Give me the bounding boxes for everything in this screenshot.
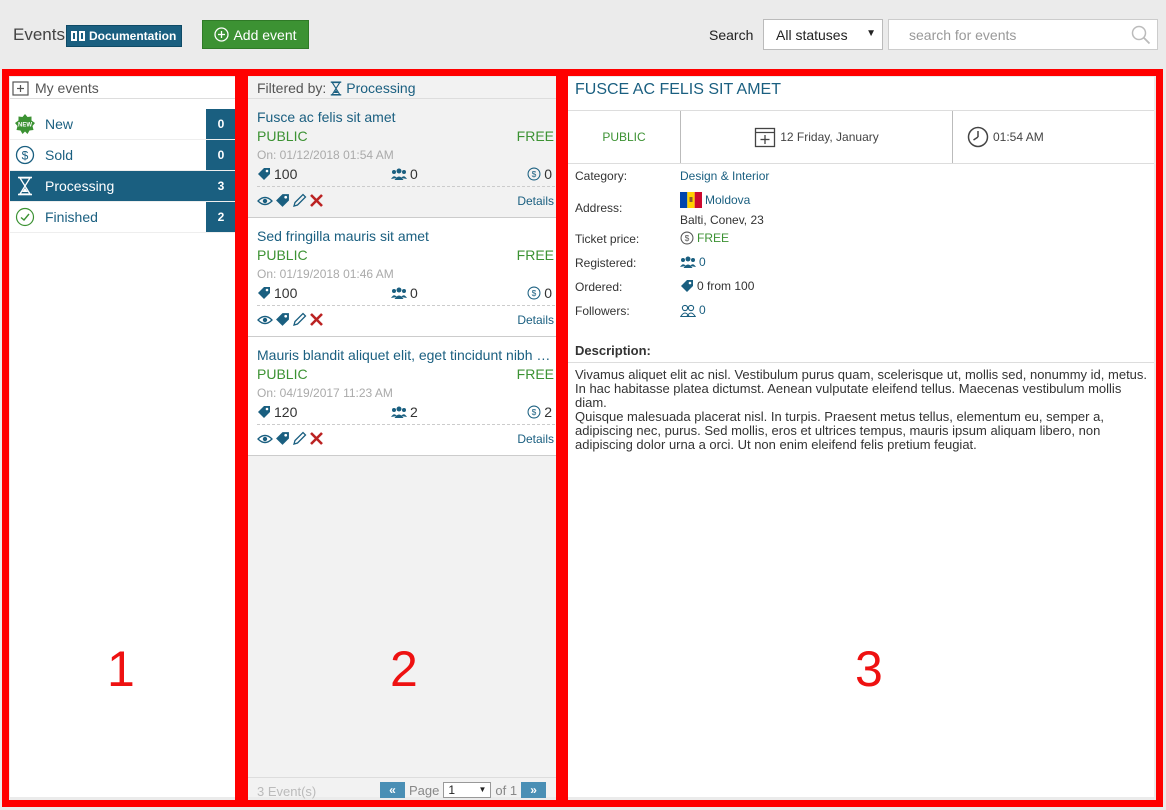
add-event-label: Add event [233, 26, 297, 43]
documentation-button[interactable]: Documentation [66, 25, 183, 47]
documentation-label: Documentation [89, 29, 177, 43]
chevron-down-icon: ▼ [866, 28, 876, 39]
status-select-value: All statuses [776, 27, 848, 43]
annotation-divider-1 [235, 69, 248, 807]
plus-circle-icon [214, 27, 230, 42]
page-title: Events [13, 25, 65, 44]
annotation-label-3: 3 [855, 641, 883, 697]
annotation-label-2: 2 [390, 641, 418, 697]
annotation-frame-outer [2, 69, 1163, 807]
add-event-button[interactable]: Add event [202, 20, 309, 49]
annotation-label-1: 1 [107, 641, 135, 697]
status-select[interactable]: All statuses ▼ [763, 19, 883, 50]
search-input[interactable]: search for events [888, 19, 1158, 50]
annotation-divider-2 [556, 69, 568, 807]
search-label: Search [709, 27, 754, 43]
search-placeholder: search for events [909, 27, 1017, 43]
book-icon [71, 31, 85, 41]
search-icon[interactable] [1131, 25, 1151, 45]
top-bar: Events Documentation Add event Search Al… [0, 0, 1166, 68]
